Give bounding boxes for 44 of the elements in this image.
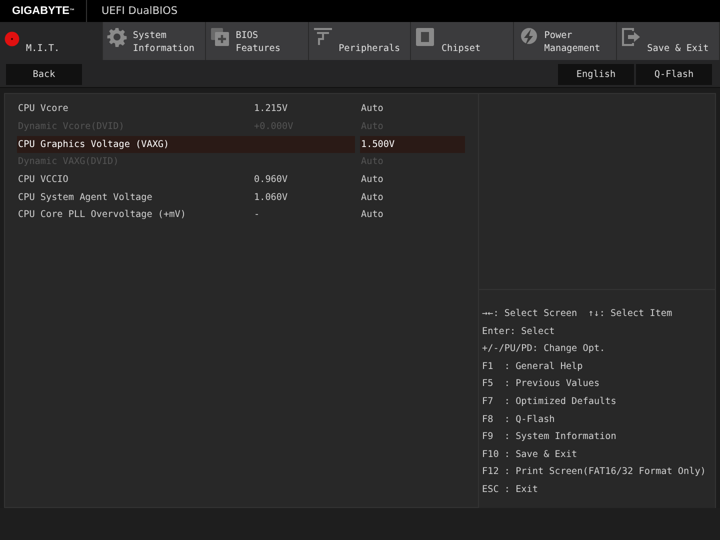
help-text: ESC : Exit [482, 484, 538, 497]
gear-icon [106, 27, 127, 47]
help-text: F8 : Q-Flash [482, 414, 555, 427]
menu-tab[interactable]: BIOS Features [206, 22, 309, 60]
setting-reading: 1.060V [254, 192, 288, 203]
help-text: ↑↓: Select Item [588, 308, 672, 321]
setting-name[interactable]: CPU Vcore [17, 103, 254, 114]
help-text: +/-/PU/PD: Change Opt. [482, 343, 606, 356]
setting-name[interactable]: CPU VCCIO [17, 174, 254, 186]
menu-tab[interactable]: Power Management [514, 22, 618, 60]
setting-reading: 1.215V [254, 103, 288, 114]
exit-icon [621, 27, 642, 47]
toolbar-button[interactable]: Q-Flash [636, 64, 712, 85]
back-button[interactable]: Back [6, 64, 82, 85]
setting-value[interactable]: Auto [360, 209, 465, 220]
connector-icon [312, 27, 333, 47]
setting-name[interactable]: CPU System Agent Voltage [17, 192, 254, 203]
setting-reading: 0.960V [254, 174, 288, 186]
chip-icon [415, 27, 436, 47]
help-text: F7 : Optimized Defaults [482, 396, 616, 409]
lightning-icon [518, 27, 538, 47]
setting-value[interactable]: Auto [360, 103, 465, 114]
setting-reading: - [254, 209, 260, 220]
help-text: F12 : Print Screen(FAT16/32 Format Only) [482, 466, 706, 480]
help-text: F9 : System Information [482, 431, 616, 444]
help-text: →←: Select Screen [482, 308, 578, 321]
menu-tab[interactable]: System Information [102, 22, 206, 60]
menu-tab[interactable]: Peripherals [308, 22, 412, 60]
setting-name[interactable]: CPU Core PLL Overvoltage (+mV) [17, 209, 254, 220]
menu-tab[interactable]: Save & Exit [617, 22, 720, 60]
menu-tab[interactable]: M.I.T. [0, 22, 103, 60]
menu-tab[interactable]: Chipset [411, 22, 514, 60]
chip-plus-icon [210, 27, 230, 47]
bios-title: UEFI DualBIOS [100, 5, 178, 17]
help-text: F10 : Save & Exit [482, 448, 578, 462]
setting-value[interactable]: 1.500V [360, 136, 465, 153]
help-text: F1 : General Help [482, 360, 583, 374]
help-text: Enter: Select [482, 326, 555, 339]
toolbar-button[interactable]: English [558, 64, 634, 85]
setting-value[interactable]: Auto [360, 192, 465, 203]
setting-name[interactable]: CPU Graphics Voltage (VAXG) [17, 136, 355, 153]
help-text: F5 : Previous Values [482, 378, 600, 392]
setting-value[interactable]: Auto [360, 174, 465, 186]
dot-icon [4, 31, 20, 47]
